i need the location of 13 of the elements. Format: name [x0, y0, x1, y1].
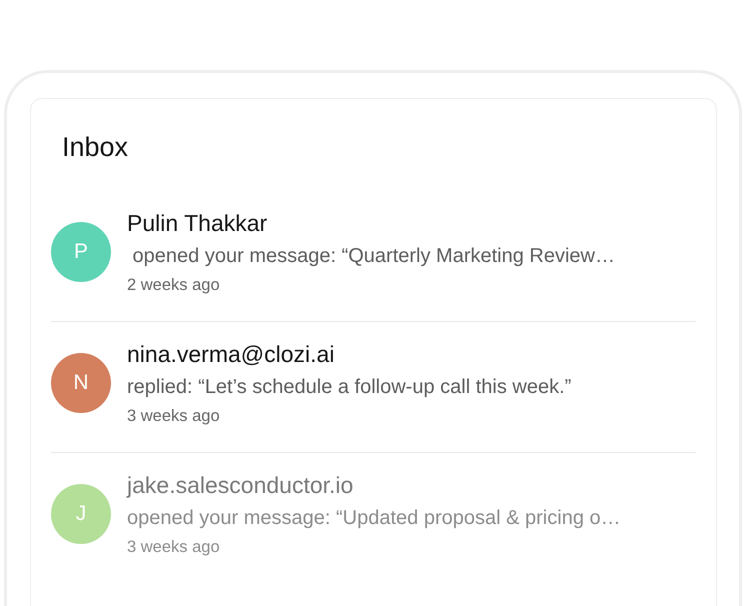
inbox-title: Inbox [62, 131, 130, 164]
sender-name: Pulin Thakkar [127, 209, 268, 238]
message-preview: opened your message: “Quarterly Marketing Review… [132, 244, 615, 269]
avatar: N [51, 353, 111, 413]
message-time: 3 weeks ago [127, 537, 221, 558]
message-time: 3 weeks ago [127, 406, 221, 427]
message-preview: replied: “Let’s schedule a follow-up call this week.” [127, 375, 572, 400]
avatar: P [51, 222, 111, 282]
message-time: 2 weeks ago [127, 275, 221, 296]
avatar: J [51, 484, 111, 544]
sender-name: jake.salesconductor.io [127, 471, 354, 500]
sender-name: nina.verma@clozi.ai [127, 340, 336, 369]
message-preview: opened your message: “Updated proposal & pricing o… [127, 506, 621, 531]
